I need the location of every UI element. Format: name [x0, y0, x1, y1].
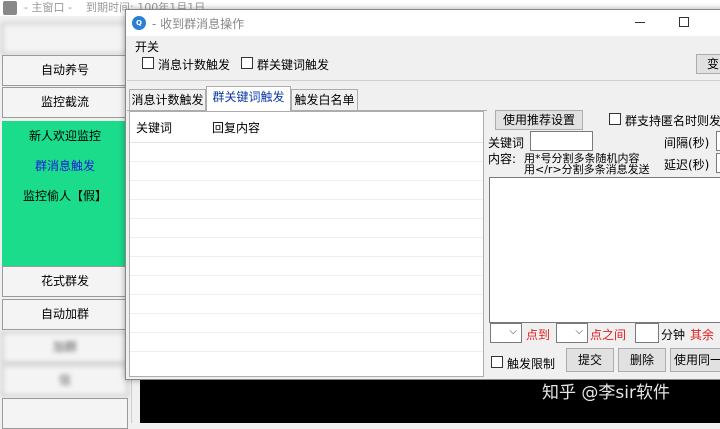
keyword-reply-table[interactable]: 关键词 回复内容	[129, 111, 484, 377]
trigger-limit-checkbox[interactable]	[491, 356, 503, 368]
tab-msg-count-trigger[interactable]: 消息计数触发	[129, 89, 206, 110]
group-message-dialog: Q - 收到群消息操作 开关 消息计数触发 群关键词触发 变 消息计数触发 群关…	[125, 9, 720, 380]
table-row	[130, 161, 483, 162]
nav-button-blurred-3[interactable]: 信	[2, 365, 128, 396]
column-header-keyword[interactable]: 关键词	[136, 119, 172, 136]
use-same-button[interactable]: 使用同一	[670, 348, 720, 372]
point-to-label: 点到	[526, 328, 551, 342]
delay-label: 延迟(秒)	[664, 158, 710, 172]
chevron-down-icon: ⌵	[509, 326, 517, 337]
table-row	[130, 180, 483, 181]
dialog-title: - 收到群消息操作	[152, 17, 245, 31]
delete-button[interactable]: 删除	[618, 348, 666, 372]
remaining-label: 其余	[690, 328, 715, 342]
column-header-reply[interactable]: 回复内容	[212, 119, 260, 136]
table-row	[130, 351, 483, 352]
submenu-group-message-trigger[interactable]: 群消息触发	[2, 157, 128, 174]
msg-count-trigger-checkbox[interactable]	[142, 57, 154, 69]
top-right-button[interactable]: 变	[696, 54, 720, 74]
minute-input[interactable]	[635, 323, 659, 343]
point-to-select[interactable]: ⌵	[556, 323, 588, 343]
group-keyword-trigger-checkbox[interactable]	[241, 57, 253, 69]
table-row	[130, 237, 483, 238]
nav-button-auto-raise[interactable]: 自动养号	[2, 55, 128, 86]
app-logo-icon: Q	[132, 16, 146, 30]
table-header-divider	[130, 142, 483, 143]
main-window-title: - 主窗口 -	[24, 1, 72, 14]
tab-group-keyword-trigger[interactable]: 群关键词触发	[206, 86, 291, 111]
nav-button-blurred-2[interactable]: 加群	[2, 332, 128, 363]
table-row	[130, 313, 483, 314]
switch-label: 开关	[135, 40, 160, 54]
nav-button-auto-join[interactable]: 自动加群	[2, 299, 128, 330]
nav-button-fancy-broadcast[interactable]: 花式群发	[2, 266, 128, 297]
keyword-label: 关键词	[488, 136, 525, 150]
use-recommended-settings-button[interactable]: 使用推荐设置	[495, 110, 583, 130]
point-from-select[interactable]: ⌵	[490, 323, 522, 343]
nav-button-blurred-1[interactable]	[2, 23, 128, 54]
table-row	[130, 256, 483, 257]
chevron-down-icon: ⌵	[575, 326, 583, 337]
submit-button[interactable]: 提交	[566, 348, 614, 372]
table-row	[130, 294, 483, 295]
content-label: 内容:	[488, 152, 517, 166]
table-row	[130, 199, 483, 200]
msg-count-trigger-label: 消息计数触发	[158, 58, 231, 72]
app-icon	[3, 1, 17, 15]
nav-button-bottom[interactable]	[2, 398, 128, 429]
table-row	[130, 218, 483, 219]
anonymous-send-label: 群支持匿名时则发	[625, 114, 720, 128]
nav-button-monitor[interactable]: 监控截流	[2, 87, 128, 118]
point-between-label: 点之间	[590, 328, 627, 342]
minimize-icon[interactable]	[635, 22, 645, 23]
interval-input[interactable]	[716, 131, 720, 151]
table-row	[130, 332, 483, 333]
tab-trigger-whitelist[interactable]: 触发白名单	[291, 89, 358, 110]
submenu-monitor-steal[interactable]: 监控偷人【假】	[2, 187, 128, 204]
group-keyword-trigger-label: 群关键词触发	[257, 58, 330, 72]
watermark-text: 知乎 @李sir软件	[542, 383, 670, 403]
monitor-submenu: 新人欢迎监控 群消息触发 监控偷人【假】	[2, 121, 128, 281]
maximize-icon[interactable]	[679, 17, 689, 27]
anonymous-send-checkbox[interactable]	[609, 113, 621, 125]
dialog-titlebar: Q - 收到群消息操作	[126, 10, 720, 36]
table-row	[130, 275, 483, 276]
content-textarea[interactable]	[489, 177, 720, 323]
delay-input[interactable]	[716, 153, 720, 173]
trigger-limit-label: 触发限制	[507, 357, 556, 371]
content-hint-split: 用</r>分割多条消息发送	[524, 163, 650, 176]
submenu-newcomer-welcome[interactable]: 新人欢迎监控	[2, 127, 128, 144]
divider	[127, 80, 720, 81]
interval-label: 间隔(秒)	[664, 136, 710, 150]
keyword-input[interactable]	[530, 131, 593, 151]
left-nav-panel: 自动养号 监控截流 新人欢迎监控 群消息触发 监控偷人【假】 花式群发 自动加群…	[0, 16, 132, 429]
minute-label: 分钟	[661, 328, 686, 342]
